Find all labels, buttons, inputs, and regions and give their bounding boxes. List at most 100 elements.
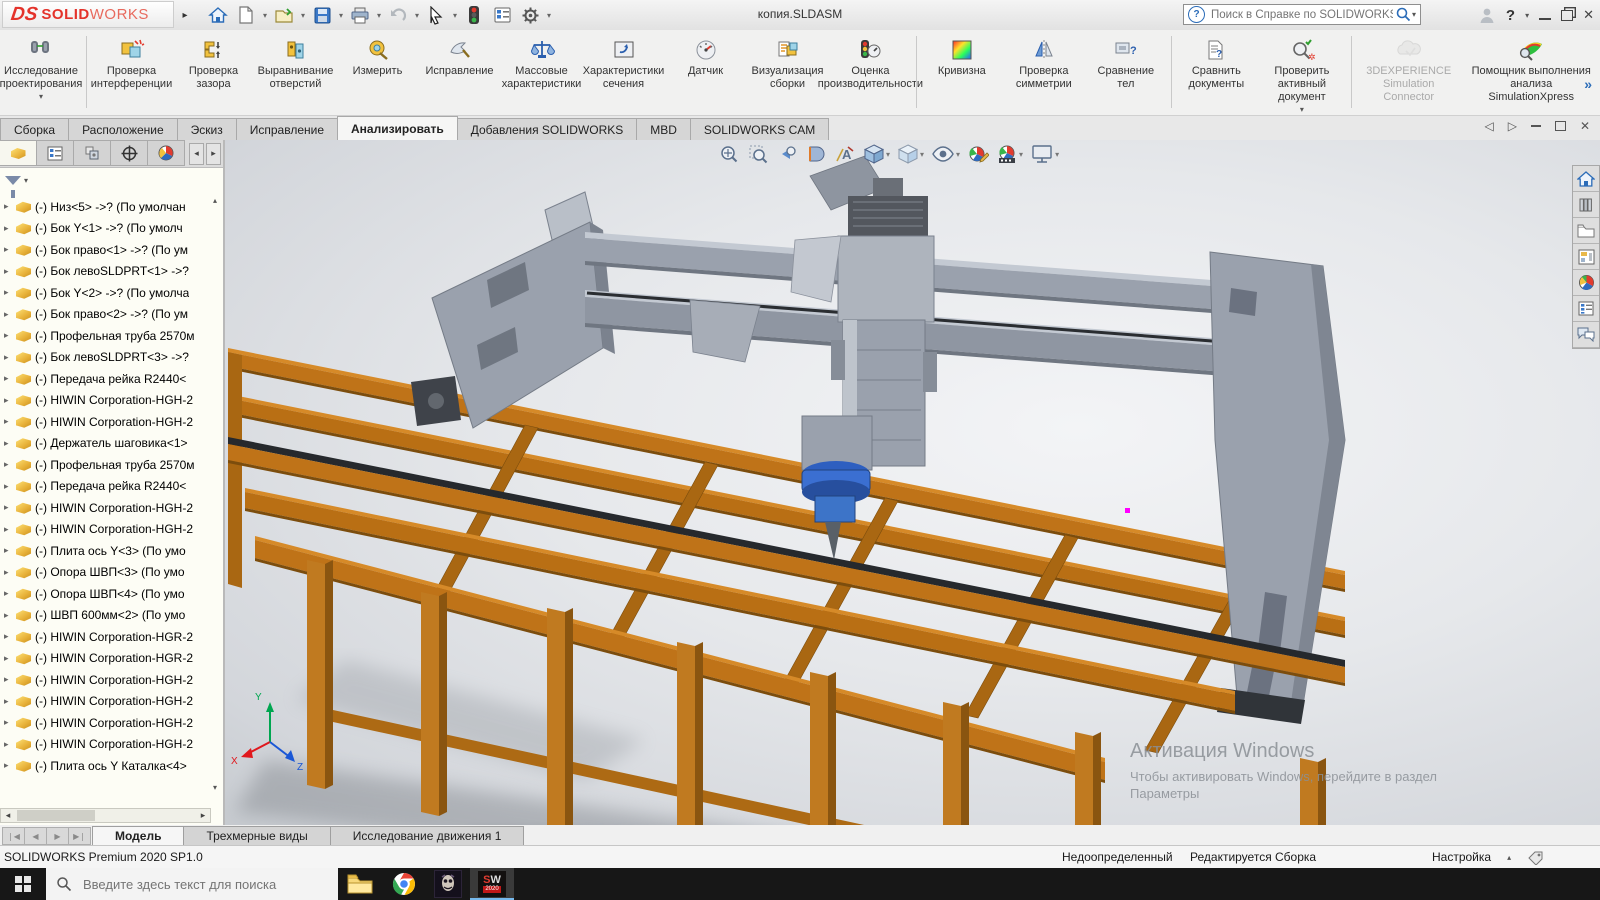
expander-icon[interactable]: ▸ bbox=[4, 201, 16, 212]
tree-item[interactable]: ▸(-) HIWIN Corporation-HGH-2 bbox=[0, 734, 211, 756]
expander-icon[interactable]: ▸ bbox=[4, 524, 16, 535]
appearances-scenes-icon[interactable] bbox=[1573, 270, 1599, 296]
expander-icon[interactable]: ▸ bbox=[4, 330, 16, 341]
tab-sketch[interactable]: Эскиз bbox=[177, 118, 237, 141]
undo-dropdown[interactable]: ▾ bbox=[413, 11, 421, 20]
tree-item[interactable]: ▸(-) Бок левоSLDPRT<3> ->? bbox=[0, 347, 211, 369]
doc-minimize-button[interactable] bbox=[1531, 125, 1541, 127]
tree-item[interactable]: ▸(-) Бок Y<2> ->? (По умолча bbox=[0, 282, 211, 304]
tab-mbd[interactable]: MBD bbox=[636, 118, 691, 141]
hide-show-items-icon[interactable]: ▾ bbox=[931, 143, 960, 165]
expander-icon[interactable]: ▸ bbox=[4, 266, 16, 277]
expander-icon[interactable]: ▸ bbox=[4, 567, 16, 578]
ribbon-button-performance-evaluation[interactable]: Оценка производительности bbox=[829, 34, 913, 92]
expander-icon[interactable]: ▸ bbox=[4, 717, 16, 728]
ribbon-button-sensor[interactable]: Датчик bbox=[665, 34, 747, 79]
tree-item[interactable]: ▸(-) Бок право<1> ->? (По ум bbox=[0, 239, 211, 261]
edit-appearance-icon[interactable] bbox=[967, 143, 989, 165]
tree-item[interactable]: ▸(-) HIWIN Corporation-HGH-2 bbox=[0, 712, 211, 734]
expander-icon[interactable]: ▸ bbox=[4, 696, 16, 707]
design-study-dropdown[interactable]: ▾ bbox=[39, 92, 43, 101]
previous-window-button[interactable]: ◁ bbox=[1484, 120, 1493, 132]
expander-icon[interactable]: ▸ bbox=[4, 739, 16, 750]
ribbon-button-compare-documents[interactable]: ? Сравнить документы bbox=[1175, 34, 1257, 92]
tab-solidworks-addins[interactable]: Добавления SOLIDWORKS bbox=[457, 118, 638, 141]
panel-tabs-left-arrow[interactable]: ◂ bbox=[189, 143, 204, 165]
ribbon-button-check-active-document[interactable]: ✲ Проверить активный документ ▾ bbox=[1257, 34, 1346, 115]
tree-vertical-scrollbar[interactable]: ▴ ▾ bbox=[209, 196, 221, 796]
expander-icon[interactable]: ▸ bbox=[4, 610, 16, 621]
tree-item[interactable]: ▸(-) Держатель шаговика<1> bbox=[0, 433, 211, 455]
open-button[interactable] bbox=[271, 3, 297, 27]
select-dropdown[interactable]: ▾ bbox=[451, 11, 459, 20]
panel-tabs-right-arrow[interactable]: ▸ bbox=[206, 143, 221, 165]
tab-dimxpert-manager[interactable] bbox=[111, 140, 148, 166]
scroll-right-arrow[interactable]: ▸ bbox=[196, 810, 210, 821]
tree-item[interactable]: ▸(-) HIWIN Corporation-HGH-2 bbox=[0, 411, 211, 433]
last-tab-button[interactable]: ▶❘ bbox=[68, 827, 91, 845]
taskbar-search[interactable] bbox=[46, 868, 338, 900]
chrome-taskbar-icon[interactable] bbox=[382, 868, 426, 900]
ribbon-button-symmetry-check[interactable]: Проверка симметрии bbox=[1003, 34, 1085, 92]
section-view-icon[interactable] bbox=[805, 143, 827, 165]
view-settings-icon[interactable]: ▾ bbox=[1030, 143, 1059, 165]
home-tab-icon[interactable] bbox=[1573, 166, 1599, 192]
tab-motion-study[interactable]: Исследование движения 1 bbox=[330, 826, 525, 845]
display-style-icon[interactable]: ▾ bbox=[897, 143, 924, 165]
solidworks-taskbar-icon[interactable]: SW2020 bbox=[470, 868, 514, 900]
select-button[interactable] bbox=[423, 3, 449, 27]
ribbon-button-design-study[interactable]: Исследование проектирования ▾ bbox=[0, 34, 82, 102]
forum-icon[interactable] bbox=[1573, 322, 1599, 348]
filter-funnel-icon[interactable] bbox=[5, 176, 21, 185]
options-gear-icon[interactable] bbox=[517, 3, 543, 27]
scroll-left-arrow[interactable]: ◂ bbox=[1, 810, 15, 821]
view-palette-icon[interactable] bbox=[1573, 244, 1599, 270]
ribbon-button-simulationxpress-wizard[interactable]: Помощник выполнения анализа SimulationXp… bbox=[1462, 34, 1600, 105]
restore-button[interactable] bbox=[1561, 10, 1573, 21]
close-button[interactable]: ✕ bbox=[1583, 7, 1594, 23]
expander-icon[interactable]: ▸ bbox=[4, 674, 16, 685]
tree-item[interactable]: ▸(-) ШВП 600мм<2> (По умо bbox=[0, 605, 211, 627]
ribbon-button-section-properties[interactable]: Характеристики сечения bbox=[583, 34, 665, 92]
tree-item[interactable]: ▸(-) Бок Y<1> ->? (По умолч bbox=[0, 218, 211, 240]
new-document-button[interactable] bbox=[233, 3, 259, 27]
zoom-area-icon[interactable] bbox=[747, 143, 769, 165]
expander-icon[interactable]: ▸ bbox=[4, 352, 16, 363]
tree-item[interactable]: ▸(-) HIWIN Corporation-HGH-2 bbox=[0, 497, 211, 519]
tree-item[interactable]: ▸(-) Передача рейка R2440< bbox=[0, 368, 211, 390]
tab-solidworks-cam[interactable]: SOLIDWORKS CAM bbox=[690, 118, 829, 141]
next-tab-button[interactable]: ▶ bbox=[46, 827, 69, 845]
expander-icon[interactable]: ▸ bbox=[4, 502, 16, 513]
save-button[interactable] bbox=[309, 3, 335, 27]
rebuild-icon[interactable] bbox=[461, 3, 487, 27]
prev-tab-button[interactable]: ◀ bbox=[24, 827, 47, 845]
tab-display-manager[interactable] bbox=[148, 140, 185, 166]
expander-icon[interactable]: ▸ bbox=[4, 416, 16, 427]
tree-item[interactable]: ▸(-) HIWIN Corporation-HGR-2 bbox=[0, 626, 211, 648]
expander-icon[interactable]: ▸ bbox=[4, 481, 16, 492]
file-explorer-icon[interactable] bbox=[1573, 218, 1599, 244]
settings-triangle-icon[interactable]: ▴ bbox=[1507, 853, 1511, 862]
menu-expand-arrow[interactable]: ▸ bbox=[178, 4, 192, 26]
home-button[interactable] bbox=[205, 3, 231, 27]
expander-icon[interactable]: ▸ bbox=[4, 223, 16, 234]
help-menu[interactable]: ? bbox=[1506, 7, 1515, 24]
ribbon-button-hole-alignment[interactable]: Выравнивание отверстий bbox=[255, 34, 337, 92]
print-button[interactable] bbox=[347, 3, 373, 27]
tree-item[interactable]: ▸(-) Плита ось Y Каталка<4> bbox=[0, 755, 211, 777]
ribbon-button-interference-check[interactable]: Проверка интерференции bbox=[91, 34, 173, 92]
tree-item[interactable]: ▸(-) Бок левоSLDPRT<1> ->? bbox=[0, 261, 211, 283]
tree-item[interactable]: ▸(-) HIWIN Corporation-HGH-2 bbox=[0, 691, 211, 713]
gear-dropdown[interactable]: ▾ bbox=[545, 11, 553, 20]
settings-label[interactable]: Настройка bbox=[1432, 850, 1491, 864]
save-dropdown[interactable]: ▾ bbox=[337, 11, 345, 20]
user-account-icon[interactable] bbox=[1478, 6, 1496, 24]
minimize-button[interactable] bbox=[1539, 18, 1551, 20]
expander-icon[interactable]: ▸ bbox=[4, 373, 16, 384]
expander-icon[interactable]: ▸ bbox=[4, 545, 16, 556]
tree-horizontal-scrollbar[interactable]: ◂ ▸ bbox=[0, 808, 211, 823]
help-search-input[interactable] bbox=[1209, 8, 1395, 22]
help-dropdown[interactable]: ▾ bbox=[1525, 11, 1529, 20]
expander-icon[interactable]: ▸ bbox=[4, 760, 16, 771]
help-search-box[interactable]: ? ▾ bbox=[1183, 4, 1421, 25]
